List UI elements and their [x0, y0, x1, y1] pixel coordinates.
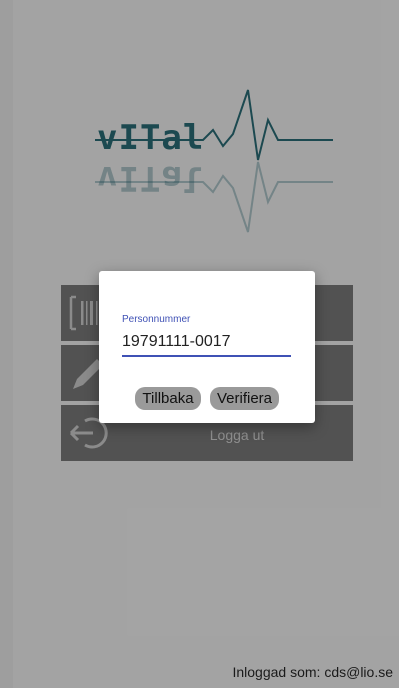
- personnummer-input[interactable]: [122, 329, 291, 357]
- verify-button[interactable]: Verifiera: [210, 387, 279, 410]
- personnummer-label: Personnummer: [122, 314, 191, 325]
- back-button[interactable]: Tillbaka: [135, 387, 201, 410]
- personnummer-dialog: Personnummer Tillbaka Verifiera: [99, 271, 315, 423]
- logged-in-status: Inloggad som: cds@lio.se: [232, 664, 393, 680]
